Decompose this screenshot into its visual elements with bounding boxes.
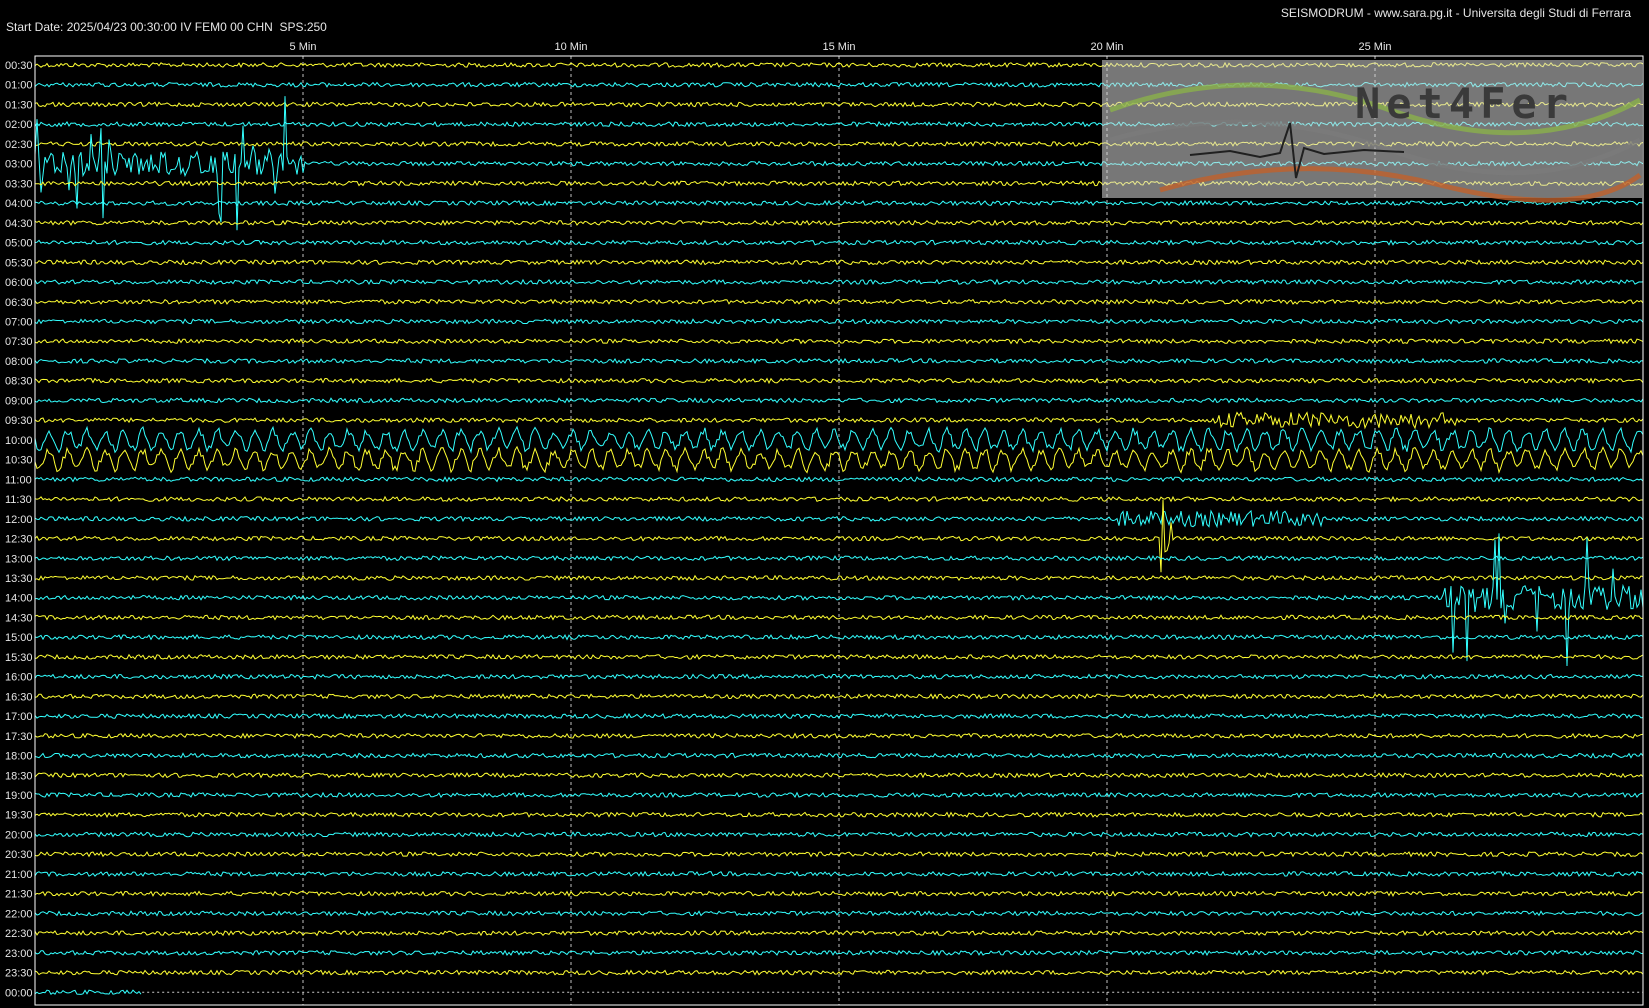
row-time-label: 19:30 [5,810,33,822]
x-tick-label: 25 Min [1358,41,1391,53]
row-time-label: 19:00 [5,790,33,802]
seismic-trace [34,772,1644,779]
row-time-label: 18:30 [5,770,33,782]
row-time-label: 09:00 [5,395,33,407]
row-time-label: 06:30 [5,297,33,309]
row-time-label: 17:00 [5,711,33,723]
row-time-label: 20:30 [5,849,33,861]
seismic-trace [34,989,142,995]
row-time-label: 04:30 [5,218,33,230]
row-time-label: 03:30 [5,178,33,190]
row-time-label: 03:00 [5,159,33,171]
seismodrum-chart: Net4Fer 5 Min 10 Min 15 Min 20 Min 25 Min 00:… [5,41,1644,1006]
row-time-label: 05:30 [5,257,33,269]
row-time-label: 07:00 [5,316,33,328]
row-time-label: 21:00 [5,869,33,881]
x-tick-label: 10 Min [554,41,587,53]
row-time-label: 04:00 [5,198,33,210]
row-time-label: 15:00 [5,632,33,644]
row-time-label: 02:30 [5,139,33,151]
row-time-label: 00:00 [5,987,33,999]
row-time-label: 22:30 [5,928,33,940]
row-time-label: 16:00 [5,672,33,684]
row-time-label: 02:00 [5,119,33,131]
row-time-label: 23:00 [5,948,33,960]
row-time-label: 23:30 [5,968,33,980]
row-time-label: 10:30 [5,455,33,467]
row-time-label: 14:30 [5,612,33,624]
row-time-label: 17:30 [5,731,33,743]
row-time-label: 20:00 [5,829,33,841]
row-time-label: 18:00 [5,751,33,763]
row-time-label: 16:30 [5,691,33,703]
row-time-label: 14:00 [5,593,33,605]
seismic-trace [34,411,1644,430]
row-time-label: 08:30 [5,376,33,388]
x-tick-label: 5 Min [290,41,317,53]
row-time-label: 21:30 [5,889,33,901]
row-time-label: 08:00 [5,356,33,368]
row-time-label: 11:30 [5,494,32,506]
row-time-label: 10:00 [5,435,33,447]
x-tick-label: 20 Min [1090,41,1123,53]
row-time-label: 22:00 [5,908,33,920]
row-time-label: 07:30 [5,336,33,348]
row-time-label: 01:30 [5,99,33,111]
row-time-label: 12:30 [5,534,33,546]
row-time-label: 00:30 [5,60,33,72]
row-time-label: 15:30 [5,652,33,664]
row-time-label: 06:00 [5,277,33,289]
seismic-trace [34,278,1644,286]
row-time-label: 09:30 [5,415,33,427]
logo-text: Net4Fer [1355,79,1574,128]
net4fer-logo: Net4Fer [1102,60,1642,203]
row-time-label: 13:00 [5,553,33,565]
row-time-label: 05:00 [5,238,33,250]
row-time-label: 01:00 [5,80,33,92]
row-time-label: 12:00 [5,514,33,526]
row-time-label: 11:00 [5,474,32,486]
grid-lines [142,56,1643,1005]
seismic-trace [34,357,1644,365]
row-time-label: 13:30 [5,573,33,585]
x-tick-label: 15 Min [822,41,855,53]
